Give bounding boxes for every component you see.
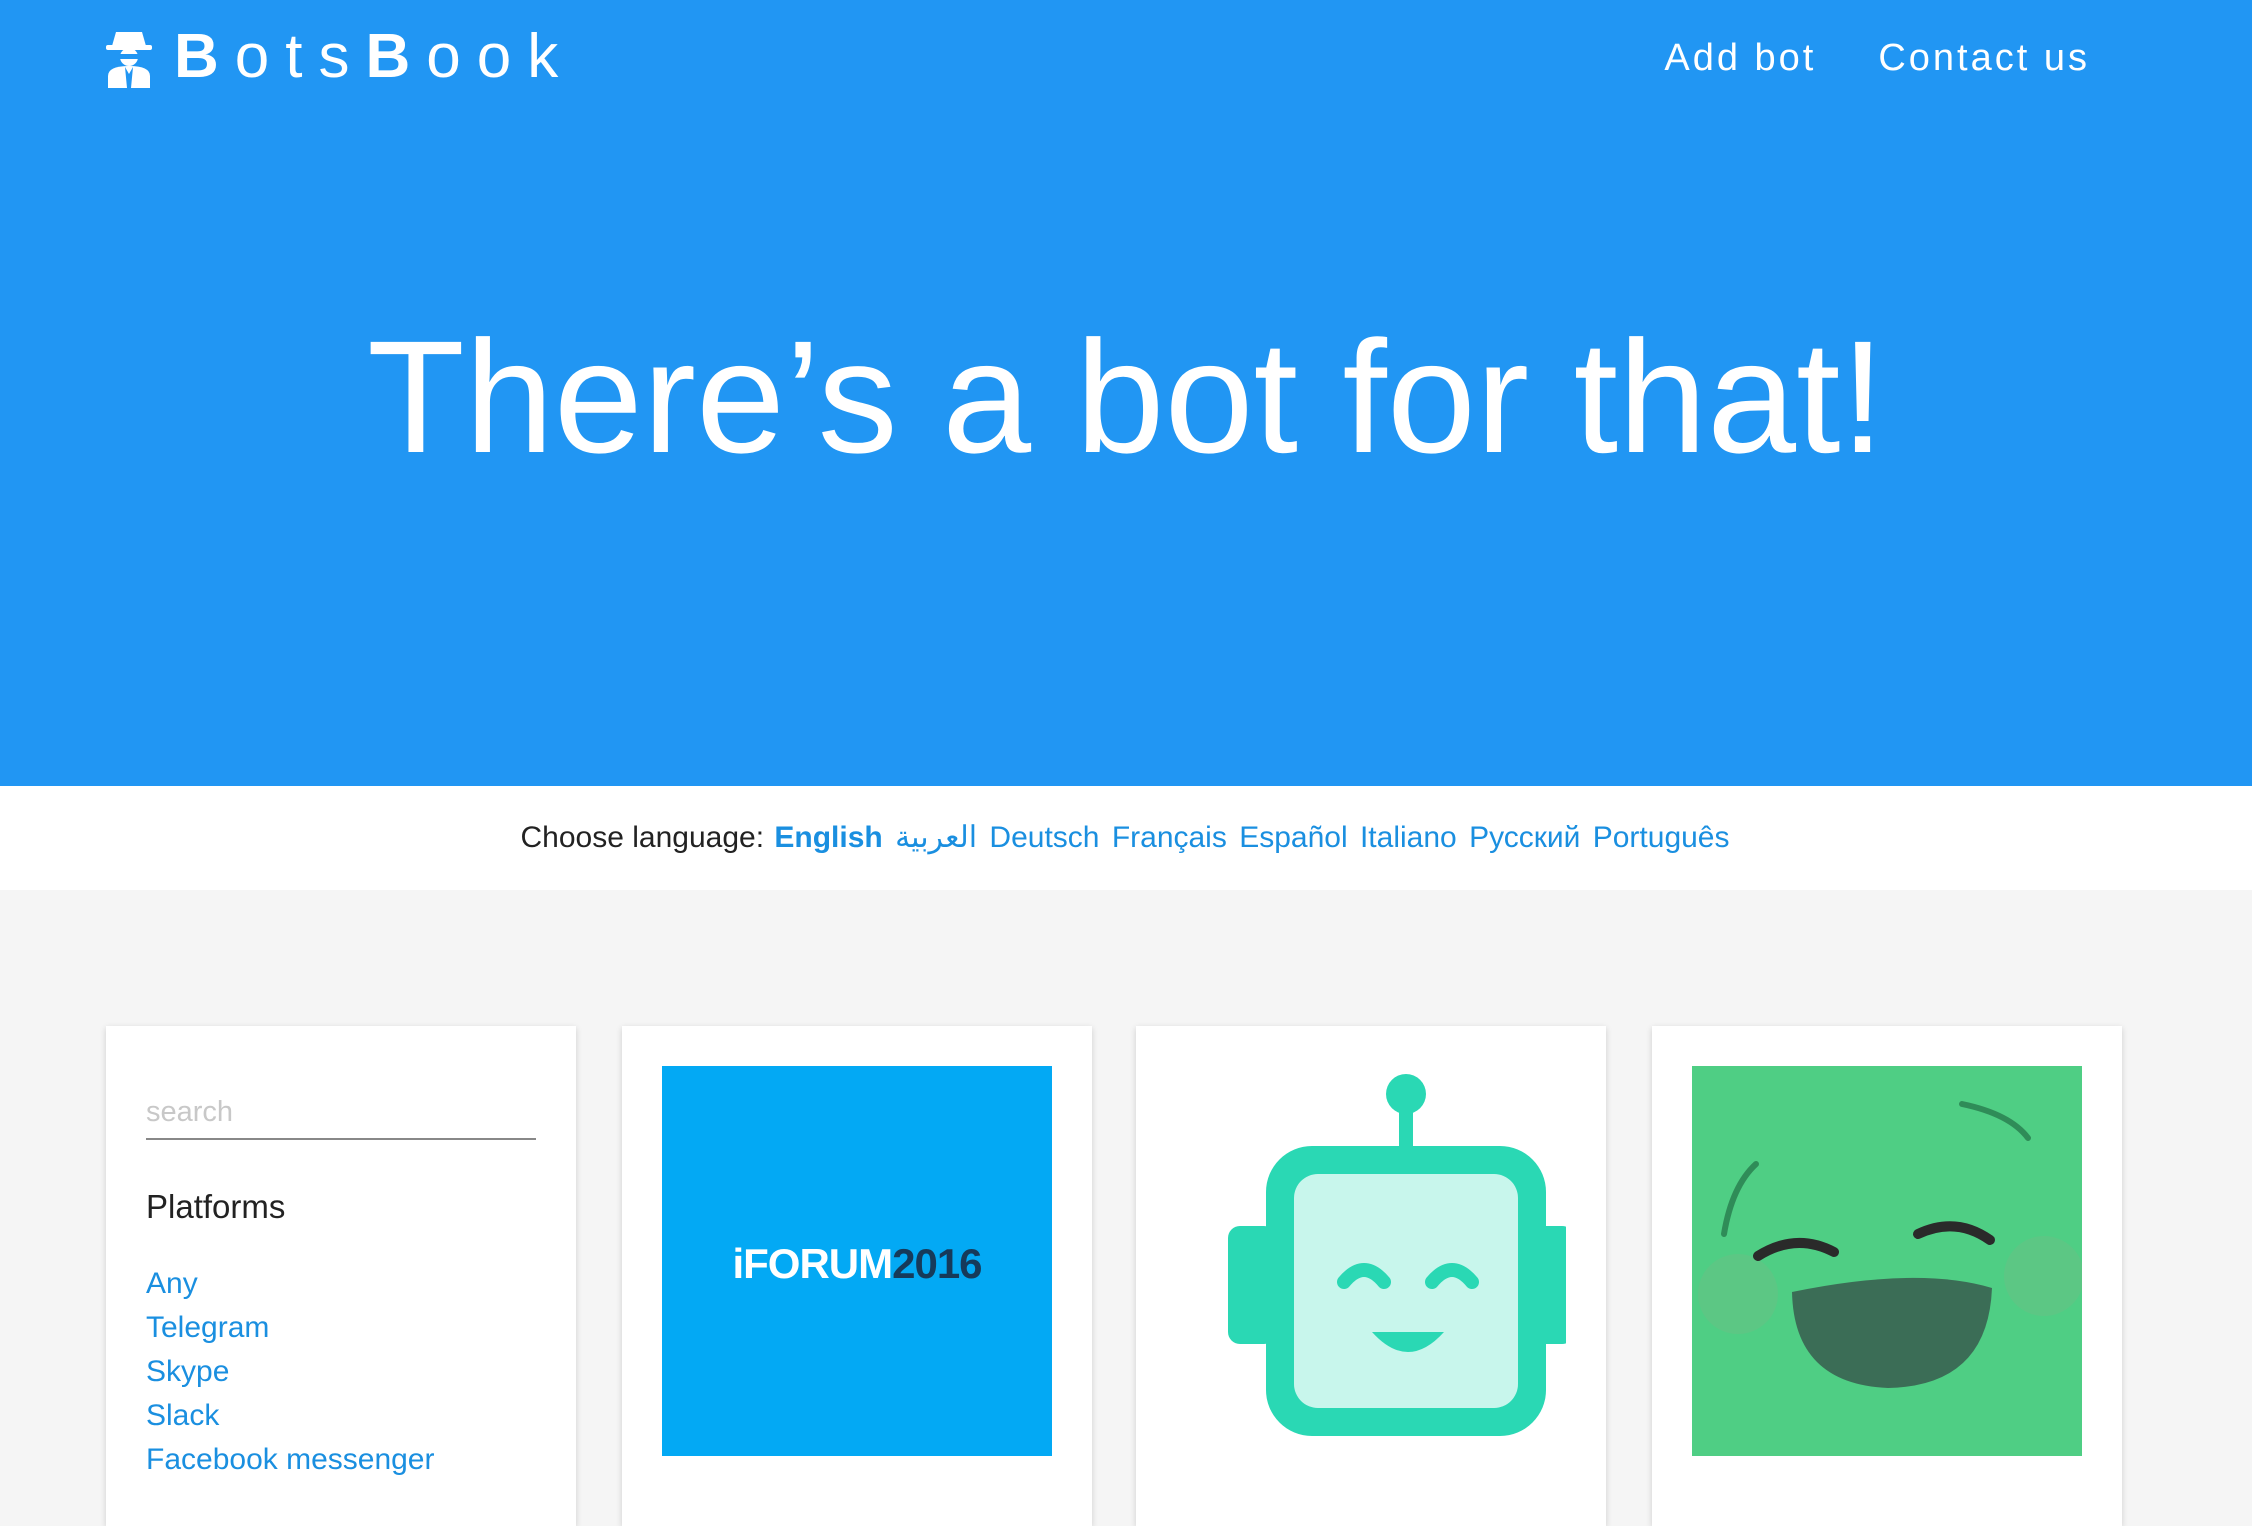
language-label: Choose language: xyxy=(520,821,765,854)
laughing-face-icon xyxy=(1692,1066,2082,1456)
robot-face-icon xyxy=(1176,1066,1566,1456)
platform-link[interactable]: Telegram xyxy=(146,1311,269,1344)
platform-item: Slack xyxy=(146,1394,435,1438)
language-link[interactable]: English xyxy=(774,821,882,854)
logo-text-suffix: 2016 xyxy=(892,1240,981,1287)
brand-name-part: B xyxy=(174,22,235,91)
brand-name: BotsBook xyxy=(174,26,574,88)
platform-list: Any Telegram Skype Slack Facebook messenger xyxy=(146,1262,435,1482)
logo-text-prefix: iFORUM xyxy=(732,1240,892,1287)
platform-link[interactable]: Skype xyxy=(146,1355,229,1388)
headline-light-part: There’s xyxy=(367,307,898,486)
platform-item: Skype xyxy=(146,1350,435,1394)
language-link[interactable]: Italiano xyxy=(1360,821,1457,854)
brand-name-part: ots xyxy=(234,22,366,91)
svg-text:iFORUM2016: iFORUM2016 xyxy=(732,1240,981,1287)
platforms-heading: Platforms xyxy=(146,1188,286,1225)
top-nav: Add bot Contact us xyxy=(1602,30,2090,86)
platform-link[interactable]: Facebook messenger xyxy=(146,1443,435,1476)
language-link[interactable]: Português xyxy=(1593,821,1730,854)
language-link[interactable]: Español xyxy=(1239,821,1347,854)
filter-sidebar: Platforms Any Telegram Skype Slack Facebook … xyxy=(106,1026,576,1526)
contact-us-link[interactable]: Contact us xyxy=(1878,30,2090,86)
language-link[interactable]: Français xyxy=(1112,821,1227,854)
language-link[interactable]: Deutsch xyxy=(989,821,1099,854)
platform-item: Facebook messenger xyxy=(146,1438,435,1482)
brand-logo[interactable]: BotsBook xyxy=(104,22,574,92)
bot-card[interactable]: iFORUM2016 xyxy=(622,1026,1092,1526)
platform-item: Any xyxy=(146,1262,435,1306)
add-bot-link[interactable]: Add bot xyxy=(1664,30,1816,86)
spy-icon xyxy=(106,32,152,88)
brand-name-part: ook xyxy=(426,22,575,91)
search-input[interactable] xyxy=(146,1086,536,1140)
bot-card[interactable] xyxy=(1652,1026,2122,1526)
language-link[interactable]: العربية xyxy=(895,821,977,854)
bot-card[interactable] xyxy=(1136,1026,1606,1526)
language-links: English العربية Deutsch Français Español… xyxy=(772,821,1731,854)
language-link[interactable]: Русский xyxy=(1469,821,1580,854)
platform-link[interactable]: Slack xyxy=(146,1399,219,1432)
bot-image[interactable]: iFORUM2016 xyxy=(662,1066,1052,1456)
iforum-logo: iFORUM2016 xyxy=(662,1066,1052,1456)
hero-banner: BotsBook Add bot Contact us There’s a bo… xyxy=(0,0,2252,786)
hero-headline: There’s a bot for that! xyxy=(0,312,2252,482)
platform-item: Telegram xyxy=(146,1306,435,1350)
platform-link[interactable]: Any xyxy=(146,1267,198,1300)
language-bar: Choose language: English العربية Deutsch… xyxy=(0,786,2252,890)
brand-name-part: B xyxy=(365,22,427,91)
headline-bold-part: a bot for that! xyxy=(942,307,1885,486)
bot-image[interactable] xyxy=(1176,1066,1566,1456)
bot-image[interactable] xyxy=(1692,1066,2082,1456)
